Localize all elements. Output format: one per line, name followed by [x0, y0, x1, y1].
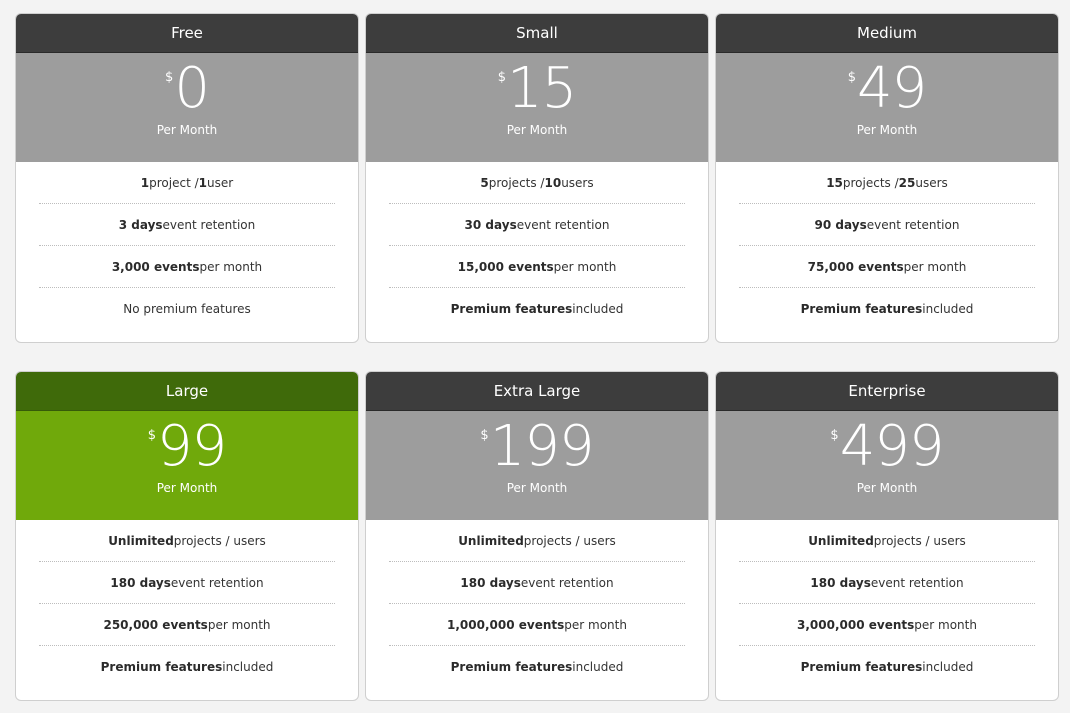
feature-premium: Premium features included	[100, 660, 274, 674]
feature-list: Unlimited projects / users 180 days even…	[716, 520, 1058, 700]
feature-list: Unlimited projects / users 180 days even…	[366, 520, 708, 700]
currency-symbol: $	[830, 428, 839, 443]
price: $ 199	[480, 414, 595, 479]
price-block: $ 49 Per Month	[716, 53, 1058, 162]
price-amount: 199	[489, 414, 595, 479]
feature-projects: 1 project / 1 user	[39, 162, 335, 204]
feature-retention: 180 days event retention	[739, 562, 1035, 604]
feature-premium: Premium features included	[800, 302, 974, 316]
feature-events: 3,000 events per month	[39, 246, 335, 288]
plan-name: Extra Large	[366, 372, 708, 411]
feature-projects: Unlimited projects / users	[739, 520, 1035, 562]
feature-events: 75,000 events per month	[739, 246, 1035, 288]
price: $ 0	[165, 56, 210, 121]
plan-name: Enterprise	[716, 372, 1058, 411]
price: $ 49	[847, 56, 928, 121]
feature-projects: Unlimited projects / users	[39, 520, 335, 562]
price-block: $ 0 Per Month	[16, 53, 358, 162]
price: $ 99	[147, 414, 228, 479]
price-period: Per Month	[506, 123, 568, 137]
feature-list: Unlimited projects / users 180 days even…	[16, 520, 358, 700]
plan-name: Free	[16, 14, 358, 53]
price-period: Per Month	[856, 123, 918, 137]
plan-card-large[interactable]: Large $ 99 Per Month Unlimited projects …	[15, 371, 359, 701]
price-amount: 0	[174, 56, 210, 121]
plan-card-enterprise[interactable]: Enterprise $ 499 Per Month Unlimited pro…	[715, 371, 1059, 701]
price-amount: 499	[839, 414, 945, 479]
price-amount: 99	[157, 414, 227, 479]
price-block: $ 499 Per Month	[716, 411, 1058, 520]
price-period: Per Month	[856, 481, 918, 495]
plan-card-medium[interactable]: Medium $ 49 Per Month 15 projects / 25 u…	[715, 13, 1059, 343]
price-amount: 15	[507, 56, 577, 121]
currency-symbol: $	[847, 70, 856, 85]
price-block: $ 15 Per Month	[366, 53, 708, 162]
plan-name: Large	[16, 372, 358, 411]
feature-list: 5 projects / 10 users 30 days event rete…	[366, 162, 708, 342]
price-block: $ 199 Per Month	[366, 411, 708, 520]
plan-card-extra-large[interactable]: Extra Large $ 199 Per Month Unlimited pr…	[365, 371, 709, 701]
plan-card-small[interactable]: Small $ 15 Per Month 5 projects / 10 use…	[365, 13, 709, 343]
price-period: Per Month	[506, 481, 568, 495]
feature-projects: 15 projects / 25 users	[739, 162, 1035, 204]
feature-events: 3,000,000 events per month	[739, 604, 1035, 646]
pricing-grid: Free $ 0 Per Month 1 project / 1 user 3 …	[15, 13, 1059, 701]
feature-list: 1 project / 1 user 3 days event retentio…	[16, 162, 358, 342]
feature-retention: 30 days event retention	[389, 204, 685, 246]
currency-symbol: $	[497, 70, 506, 85]
plan-card-free[interactable]: Free $ 0 Per Month 1 project / 1 user 3 …	[15, 13, 359, 343]
feature-events: 15,000 events per month	[389, 246, 685, 288]
currency-symbol: $	[165, 70, 174, 85]
feature-projects: Unlimited projects / users	[389, 520, 685, 562]
feature-retention: 180 days event retention	[389, 562, 685, 604]
feature-premium: No premium features	[123, 302, 251, 316]
feature-premium: Premium features included	[800, 660, 974, 674]
plan-name: Small	[366, 14, 708, 53]
price-period: Per Month	[156, 481, 218, 495]
price-period: Per Month	[156, 123, 218, 137]
feature-premium: Premium features included	[450, 302, 624, 316]
feature-list: 15 projects / 25 users 90 days event ret…	[716, 162, 1058, 342]
feature-projects: 5 projects / 10 users	[389, 162, 685, 204]
price-amount: 49	[857, 56, 927, 121]
price: $ 15	[497, 56, 578, 121]
feature-retention: 180 days event retention	[39, 562, 335, 604]
currency-symbol: $	[147, 428, 156, 443]
plan-name: Medium	[716, 14, 1058, 53]
feature-events: 1,000,000 events per month	[389, 604, 685, 646]
feature-retention: 90 days event retention	[739, 204, 1035, 246]
price: $ 499	[830, 414, 945, 479]
feature-premium: Premium features included	[450, 660, 624, 674]
price-block: $ 99 Per Month	[16, 411, 358, 520]
feature-events: 250,000 events per month	[39, 604, 335, 646]
feature-retention: 3 days event retention	[39, 204, 335, 246]
currency-symbol: $	[480, 428, 489, 443]
